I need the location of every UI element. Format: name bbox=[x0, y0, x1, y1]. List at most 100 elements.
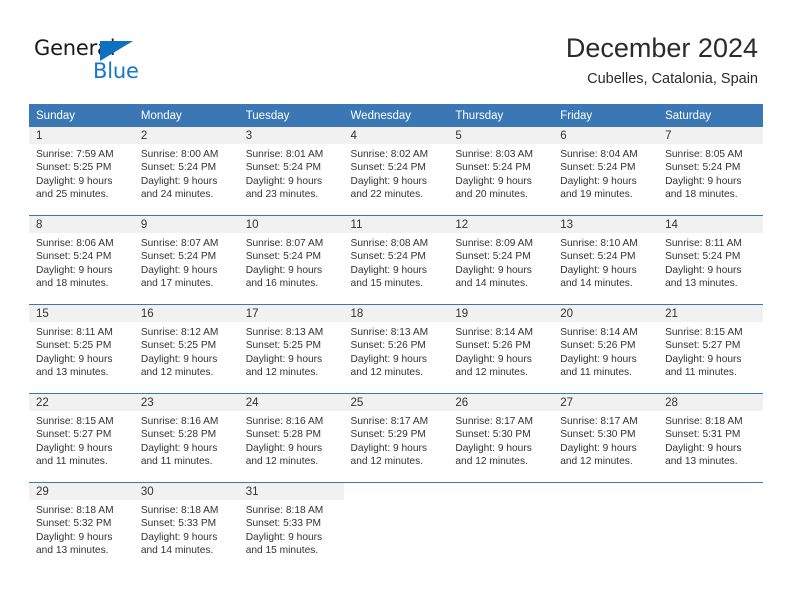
weekday-header-friday: Friday bbox=[560, 110, 593, 122]
sunset-text: Sunset: 5:30 PM bbox=[560, 429, 636, 441]
day-cell[interactable]: 8 Sunrise: 8:06 AM Sunset: 5:24 PM Dayli… bbox=[29, 216, 134, 304]
weekday-header-row: Sunday Monday Tuesday Wednesday Thursday… bbox=[29, 104, 763, 126]
day-cell[interactable]: 25 Sunrise: 8:17 AM Sunset: 5:29 PM Dayl… bbox=[343, 394, 449, 482]
daylight-text-line2: and 11 minutes. bbox=[560, 367, 632, 379]
day-cell[interactable]: 23 Sunrise: 8:16 AM Sunset: 5:28 PM Dayl… bbox=[133, 394, 239, 482]
day-cell[interactable]: 24 Sunrise: 8:16 AM Sunset: 5:28 PM Dayl… bbox=[238, 394, 344, 482]
day-cell[interactable]: 30 Sunrise: 8:18 AM Sunset: 5:33 PM Dayl… bbox=[133, 483, 239, 571]
day-details: Sunrise: 8:17 AM Sunset: 5:30 PM Dayligh… bbox=[448, 411, 553, 469]
day-cell[interactable]: 3 Sunrise: 8:01 AM Sunset: 5:24 PM Dayli… bbox=[238, 127, 344, 215]
daylight-text-line2: and 19 minutes. bbox=[560, 189, 633, 201]
day-details: Sunrise: 8:17 AM Sunset: 5:29 PM Dayligh… bbox=[344, 411, 449, 469]
daylight-text-line2: and 12 minutes. bbox=[350, 456, 424, 468]
daylight-text-line2: and 12 minutes. bbox=[245, 367, 319, 379]
daylight-text-line1: Daylight: 9 hours bbox=[245, 442, 323, 454]
daylight-text-line1: Daylight: 9 hours bbox=[560, 175, 637, 187]
day-number: 10 bbox=[238, 216, 344, 233]
day-cell[interactable]: 7 Sunrise: 8:05 AM Sunset: 5:24 PM Dayli… bbox=[658, 127, 763, 215]
generalblue-logo: General Blue bbox=[34, 36, 164, 88]
day-number: 29 bbox=[29, 483, 134, 500]
daylight-text-line1: Daylight: 9 hours bbox=[140, 353, 218, 365]
daylight-text-line1: Daylight: 9 hours bbox=[455, 442, 532, 454]
day-cell[interactable]: 31 Sunrise: 8:18 AM Sunset: 5:33 PM Dayl… bbox=[238, 483, 344, 571]
day-number: 3 bbox=[238, 127, 344, 144]
day-cell[interactable]: 29 Sunrise: 8:18 AM Sunset: 5:32 PM Dayl… bbox=[29, 483, 134, 571]
daylight-text-line1: Daylight: 9 hours bbox=[36, 353, 113, 365]
day-details: Sunrise: 8:12 AM Sunset: 5:25 PM Dayligh… bbox=[134, 322, 239, 380]
daylight-text-line2: and 23 minutes. bbox=[245, 189, 319, 201]
day-details: Sunrise: 8:01 AM Sunset: 5:24 PM Dayligh… bbox=[239, 144, 344, 202]
day-cell[interactable]: 1 Sunrise: 7:59 AM Sunset: 5:25 PM Dayli… bbox=[29, 127, 134, 215]
daylight-text-line2: and 22 minutes. bbox=[350, 189, 424, 201]
daylight-text-line2: and 24 minutes. bbox=[140, 189, 214, 201]
daylight-text-line2: and 12 minutes. bbox=[560, 456, 633, 468]
logo-triangle-icon bbox=[100, 41, 133, 61]
day-cell[interactable]: 27 Sunrise: 8:17 AM Sunset: 5:30 PM Dayl… bbox=[553, 394, 659, 482]
daylight-text-line2: and 17 minutes. bbox=[140, 278, 214, 290]
sunrise-text: Sunrise: 8:13 AM bbox=[245, 327, 324, 338]
day-cell[interactable]: 13 Sunrise: 8:10 AM Sunset: 5:24 PM Dayl… bbox=[553, 216, 659, 304]
sunset-text: Sunset: 5:24 PM bbox=[36, 251, 112, 263]
day-cell[interactable]: 6 Sunrise: 8:04 AM Sunset: 5:24 PM Dayli… bbox=[553, 127, 659, 215]
daylight-text-line1: Daylight: 9 hours bbox=[665, 264, 742, 276]
day-number: 31 bbox=[238, 483, 344, 500]
sunset-text: Sunset: 5:30 PM bbox=[455, 429, 531, 441]
sunrise-text: Sunrise: 8:17 AM bbox=[455, 416, 533, 427]
sunset-text: Sunset: 5:24 PM bbox=[245, 251, 322, 263]
day-details: Sunrise: 8:14 AM Sunset: 5:26 PM Dayligh… bbox=[553, 322, 658, 380]
day-number: 8 bbox=[29, 216, 134, 233]
week-row: 8 Sunrise: 8:06 AM Sunset: 5:24 PM Dayli… bbox=[29, 215, 763, 304]
day-cell[interactable]: 11 Sunrise: 8:08 AM Sunset: 5:24 PM Dayl… bbox=[343, 216, 449, 304]
sunrise-text: Sunrise: 8:02 AM bbox=[350, 149, 429, 160]
day-cell-empty bbox=[448, 483, 553, 571]
day-cell[interactable]: 17 Sunrise: 8:13 AM Sunset: 5:25 PM Dayl… bbox=[238, 305, 344, 393]
daylight-text-line1: Daylight: 9 hours bbox=[36, 264, 113, 276]
day-cell[interactable]: 9 Sunrise: 8:07 AM Sunset: 5:24 PM Dayli… bbox=[133, 216, 239, 304]
week-row: 1 Sunrise: 7:59 AM Sunset: 5:25 PM Dayli… bbox=[29, 126, 763, 215]
daylight-text-line1: Daylight: 9 hours bbox=[350, 442, 427, 454]
daylight-text-line2: and 14 minutes. bbox=[560, 278, 633, 290]
day-cell[interactable]: 15 Sunrise: 8:11 AM Sunset: 5:25 PM Dayl… bbox=[29, 305, 134, 393]
sunset-text: Sunset: 5:27 PM bbox=[36, 429, 112, 441]
daylight-text-line1: Daylight: 9 hours bbox=[245, 531, 323, 543]
day-details: Sunrise: 8:07 AM Sunset: 5:24 PM Dayligh… bbox=[134, 233, 239, 291]
day-cell[interactable]: 2 Sunrise: 8:00 AM Sunset: 5:24 PM Dayli… bbox=[133, 127, 239, 215]
day-number: 2 bbox=[133, 127, 239, 144]
day-cell[interactable]: 28 Sunrise: 8:18 AM Sunset: 5:31 PM Dayl… bbox=[658, 394, 763, 482]
daylight-text-line1: Daylight: 9 hours bbox=[350, 264, 427, 276]
day-details: Sunrise: 8:16 AM Sunset: 5:28 PM Dayligh… bbox=[134, 411, 239, 469]
sunrise-text: Sunrise: 8:15 AM bbox=[36, 416, 114, 427]
day-number: 26 bbox=[448, 394, 554, 411]
day-number: 12 bbox=[448, 216, 554, 233]
sunset-text: Sunset: 5:29 PM bbox=[350, 429, 426, 441]
day-cell[interactable]: 18 Sunrise: 8:13 AM Sunset: 5:26 PM Dayl… bbox=[343, 305, 449, 393]
day-cell[interactable]: 19 Sunrise: 8:14 AM Sunset: 5:26 PM Dayl… bbox=[448, 305, 554, 393]
sunset-text: Sunset: 5:24 PM bbox=[665, 162, 741, 174]
day-number: 22 bbox=[29, 394, 134, 411]
day-cell[interactable]: 21 Sunrise: 8:15 AM Sunset: 5:27 PM Dayl… bbox=[658, 305, 763, 393]
day-cell[interactable]: 22 Sunrise: 8:15 AM Sunset: 5:27 PM Dayl… bbox=[29, 394, 134, 482]
day-number: 27 bbox=[553, 394, 659, 411]
daylight-text-line2: and 13 minutes. bbox=[665, 278, 738, 290]
day-details: Sunrise: 8:13 AM Sunset: 5:26 PM Dayligh… bbox=[344, 322, 449, 380]
daylight-text-line1: Daylight: 9 hours bbox=[36, 531, 113, 543]
day-cell-empty bbox=[658, 483, 763, 571]
sunrise-text: Sunrise: 8:15 AM bbox=[665, 327, 743, 338]
day-cell[interactable]: 5 Sunrise: 8:03 AM Sunset: 5:24 PM Dayli… bbox=[448, 127, 554, 215]
day-cell[interactable]: 16 Sunrise: 8:12 AM Sunset: 5:25 PM Dayl… bbox=[133, 305, 239, 393]
sunset-text: Sunset: 5:24 PM bbox=[245, 162, 322, 174]
sunrise-text: Sunrise: 8:14 AM bbox=[560, 327, 638, 338]
page-header: General Blue December 2024 Cubelles, Cat… bbox=[0, 0, 792, 100]
day-details: Sunrise: 8:13 AM Sunset: 5:25 PM Dayligh… bbox=[239, 322, 344, 380]
daylight-text-line1: Daylight: 9 hours bbox=[560, 442, 637, 454]
day-cell[interactable]: 14 Sunrise: 8:11 AM Sunset: 5:24 PM Dayl… bbox=[658, 216, 763, 304]
day-cell[interactable]: 4 Sunrise: 8:02 AM Sunset: 5:24 PM Dayli… bbox=[343, 127, 449, 215]
day-cell[interactable]: 10 Sunrise: 8:07 AM Sunset: 5:24 PM Dayl… bbox=[238, 216, 344, 304]
day-cell[interactable]: 20 Sunrise: 8:14 AM Sunset: 5:26 PM Dayl… bbox=[553, 305, 659, 393]
week-row: 29 Sunrise: 8:18 AM Sunset: 5:32 PM Dayl… bbox=[29, 482, 763, 571]
sunset-text: Sunset: 5:28 PM bbox=[140, 429, 217, 441]
day-details: Sunrise: 8:07 AM Sunset: 5:24 PM Dayligh… bbox=[239, 233, 344, 291]
day-cell[interactable]: 12 Sunrise: 8:09 AM Sunset: 5:24 PM Dayl… bbox=[448, 216, 554, 304]
calendar-page: General Blue December 2024 Cubelles, Cat… bbox=[0, 0, 792, 612]
day-cell[interactable]: 26 Sunrise: 8:17 AM Sunset: 5:30 PM Dayl… bbox=[448, 394, 554, 482]
